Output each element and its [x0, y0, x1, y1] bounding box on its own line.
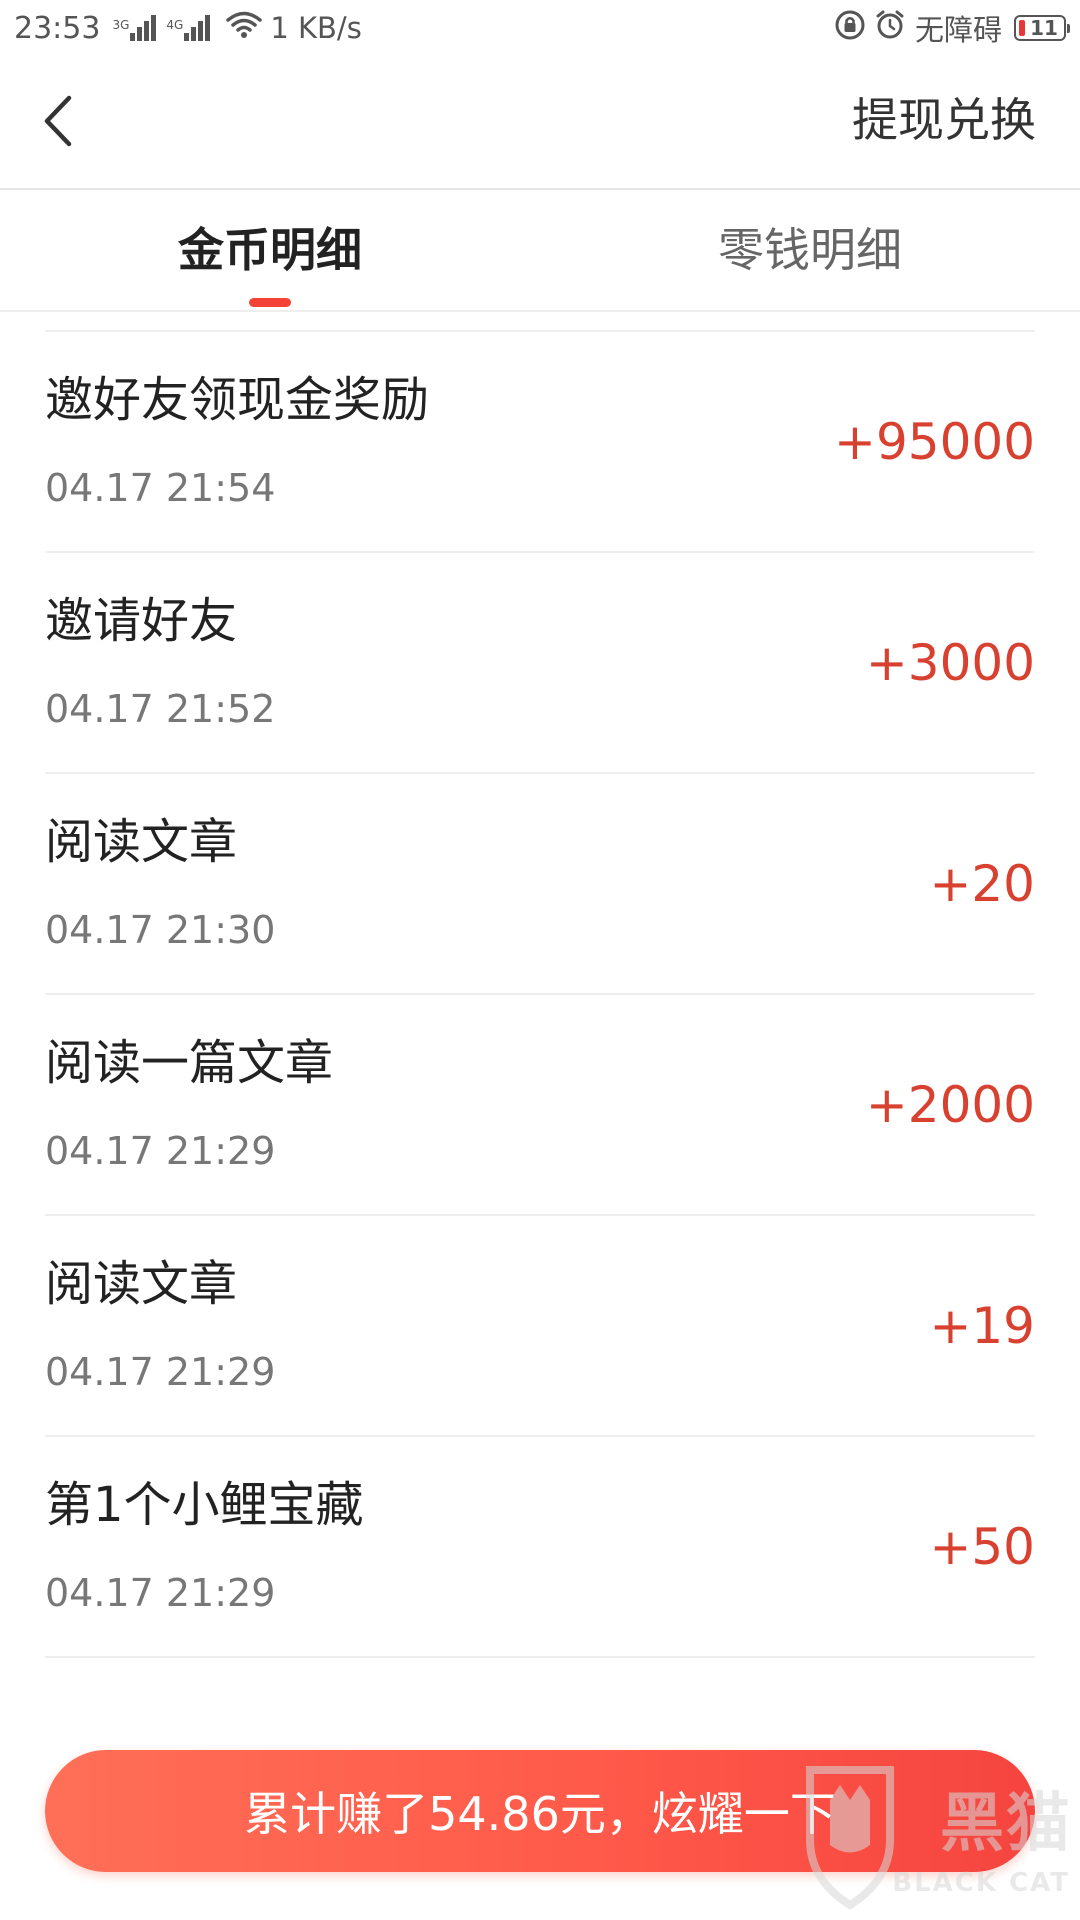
- signal-4g-icon: 4G: [166, 15, 212, 41]
- back-button[interactable]: [28, 86, 88, 156]
- record-amount: +2000: [865, 1076, 1035, 1134]
- lock-icon: [835, 10, 865, 47]
- status-bar: 23:53 3G 4G 1 KB/s 无障碍 11: [0, 0, 1080, 56]
- net-speed: 1 KB/s: [270, 11, 362, 45]
- signal-3g-tag: 3G: [112, 18, 130, 32]
- tab-gold-detail-label: 金币明细: [178, 223, 362, 277]
- record-amount: +20: [929, 855, 1035, 913]
- record-title: 阅读一篇文章: [45, 1035, 334, 1091]
- record-time: 04.17 21:54: [45, 466, 276, 510]
- status-time: 23:53: [14, 10, 101, 46]
- record-item: 阅读一篇文章 04.17 21:29 +2000: [45, 995, 1035, 1216]
- chevron-left-icon: [44, 95, 72, 147]
- withdraw-exchange-button[interactable]: 提现兑换: [852, 90, 1036, 150]
- nav-bar: 提现兑换: [0, 56, 1080, 190]
- status-left: 23:53 3G 4G 1 KB/s: [14, 11, 362, 46]
- record-time: 04.17 21:30: [45, 908, 276, 952]
- watermark-sub: BLACK CAT: [892, 1868, 1070, 1898]
- record-title: 邀请好友: [45, 593, 238, 649]
- record-title: 阅读文章: [45, 1256, 238, 1312]
- record-item: 邀好友领现金奖励 04.17 21:54 +95000: [45, 332, 1035, 553]
- record-item: 阅读文章 04.17 21:29 +19: [45, 1216, 1035, 1437]
- alarm-icon: [875, 10, 905, 47]
- tab-change-detail[interactable]: 零钱明细: [540, 190, 1080, 310]
- watermark-name: 黑猫: [940, 1787, 1072, 1861]
- record-list[interactable]: 邀好友领现金奖励 04.17 21:54 +95000 邀请好友 04.17 2…: [45, 330, 1035, 1658]
- tab-bar: 金币明细 零钱明细: [0, 190, 1080, 312]
- record-item: 阅读文章 04.17 21:30 +20: [45, 774, 1035, 995]
- accessibility-label: 无障碍: [914, 13, 1002, 47]
- record-item: 邀请好友 04.17 21:52 +3000: [45, 553, 1035, 774]
- cat-shield-icon: [806, 1766, 894, 1910]
- battery-icon: 11: [1014, 15, 1070, 41]
- black-cat-watermark: 黑猫 BLACK CAT: [800, 1750, 1080, 1920]
- signal-3g-icon: 3G: [112, 15, 158, 41]
- record-title: 第1个小鲤宝藏: [45, 1477, 364, 1533]
- record-time: 04.17 21:29: [45, 1571, 276, 1615]
- signal-4g-tag: 4G: [166, 18, 184, 32]
- record-time: 04.17 21:52: [45, 687, 276, 731]
- tab-change-detail-label: 零钱明细: [718, 223, 902, 277]
- tab-active-indicator: [249, 298, 291, 307]
- record-title: 阅读文章: [45, 814, 238, 870]
- battery-level: 11: [1030, 16, 1058, 40]
- record-title: 邀好友领现金奖励: [45, 372, 430, 428]
- record-amount: +95000: [834, 413, 1035, 471]
- record-amount: +3000: [865, 634, 1035, 692]
- record-time: 04.17 21:29: [45, 1129, 276, 1173]
- record-amount: +19: [929, 1297, 1035, 1355]
- record-time: 04.17 21:29: [45, 1350, 276, 1394]
- tab-gold-detail[interactable]: 金币明细: [0, 190, 540, 310]
- record-amount: +50: [929, 1518, 1035, 1576]
- wifi-icon: [226, 11, 263, 46]
- status-right: 无障碍 11: [825, 7, 1070, 49]
- record-item: 第1个小鲤宝藏 04.17 21:29 +50: [45, 1437, 1035, 1658]
